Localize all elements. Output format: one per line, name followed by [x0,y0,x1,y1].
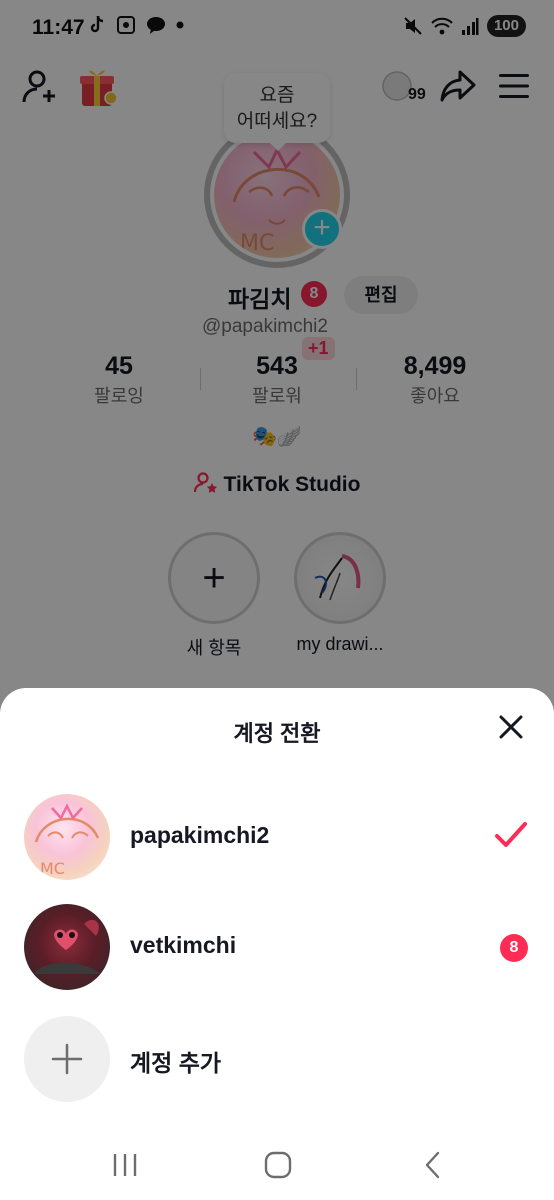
home-icon[interactable] [263,1150,293,1180]
account-username: vetkimchi [130,932,237,958]
account-notification-badge: 8 [500,934,528,962]
close-icon[interactable] [498,714,524,740]
profile-screen: 11:47 100 99 MC + 요즘 어떠세요? 파김치 8 편집 @pap… [0,0,554,1200]
account-row[interactable]: vetkimchi 8 [0,902,554,992]
account-username: papakimchi2 [130,822,270,848]
system-nav-bar [0,1130,554,1200]
back-icon[interactable] [418,1150,448,1180]
account-row[interactable]: MC papakimchi2 [0,792,554,882]
svg-text:MC: MC [40,859,65,878]
add-account-row[interactable]: 계정 추가 [0,1014,554,1104]
check-icon [495,822,527,847]
sheet-title: 계정 전환 [233,721,321,746]
avatar-drawing-icon: MC [34,803,100,878]
plus-icon [51,1043,83,1075]
switch-account-sheet: 계정 전환 MC papakimchi2 vetkimchi 8 계정 추가 [0,688,554,1200]
avatar-character-icon [34,919,100,974]
add-account-icon-wrap [24,1016,110,1102]
avatar: MC [24,794,110,880]
recent-apps-icon[interactable] [110,1150,140,1180]
add-account-label: 계정 추가 [130,1050,222,1076]
avatar [24,904,110,990]
